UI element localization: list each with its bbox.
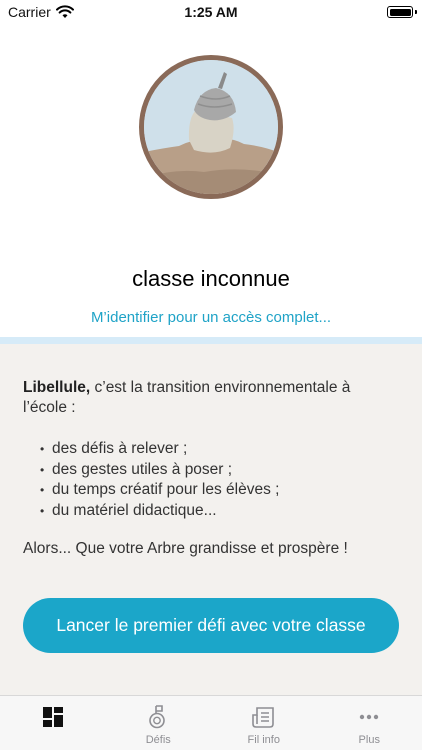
- clock: 1:25 AM: [184, 4, 238, 20]
- identify-link[interactable]: M’identifier pour un accès complet...: [0, 309, 422, 326]
- launch-challenge-button[interactable]: Lancer le premier défi avec votre classe: [23, 598, 399, 653]
- tab-label: Défis: [145, 734, 171, 746]
- tab-fil-info[interactable]: Fil info: [211, 696, 317, 750]
- brand-name: Libellule,: [23, 379, 91, 396]
- class-avatar: [139, 55, 283, 199]
- list-item: des gestes utiles à poser ;: [40, 460, 279, 481]
- tab-label: Fil info: [247, 734, 280, 746]
- list-item: des défis à relever ;: [40, 439, 279, 460]
- medal-icon: [149, 705, 166, 729]
- list-item: du temps créatif pour les élèves ;: [40, 480, 279, 501]
- dashboard-icon: [42, 707, 63, 727]
- tab-defis[interactable]: Défis: [106, 696, 212, 750]
- tab-plus[interactable]: Plus: [317, 696, 422, 750]
- outro-text: Alors... Que votre Arbre grandisse et pr…: [23, 540, 348, 557]
- more-icon: [360, 714, 379, 720]
- intro-text: Libellule, c’est la transition environne…: [23, 378, 393, 418]
- acorn-illustration-icon: [144, 60, 278, 194]
- feature-list: des défis à relever ; des gestes utiles …: [40, 439, 279, 521]
- status-bar: Carrier 1:25 AM: [0, 0, 422, 26]
- section-divider: [0, 337, 422, 344]
- info-section: Libellule, c’est la transition environne…: [0, 344, 422, 695]
- news-icon: [251, 707, 274, 728]
- class-name-title: classe inconnue: [132, 266, 290, 291]
- tab-bar: Défis Fil info Plus: [0, 695, 422, 750]
- battery-icon: [387, 6, 413, 18]
- list-item: du matériel didactique...: [40, 501, 279, 522]
- tab-label: Plus: [358, 734, 380, 746]
- tab-dashboard[interactable]: [0, 696, 106, 750]
